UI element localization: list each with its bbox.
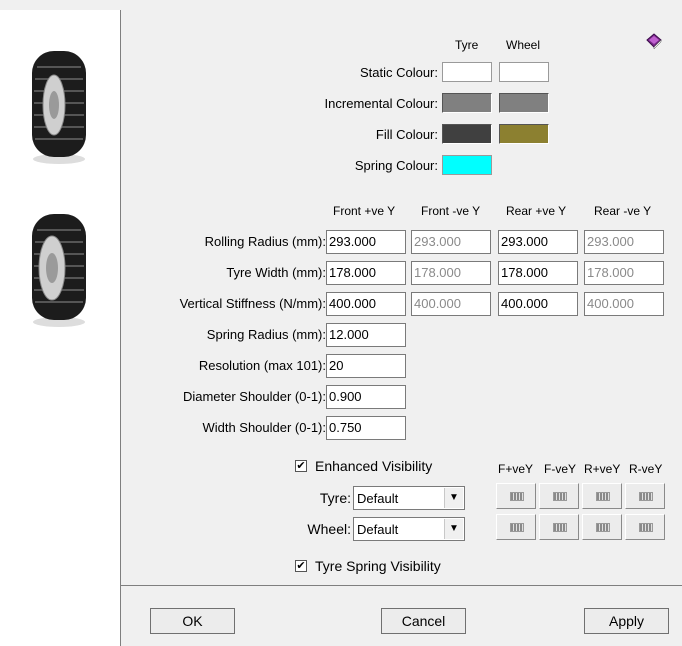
fill-colour-tyre-swatch[interactable] <box>442 124 492 144</box>
fill-colour-wheel-swatch[interactable] <box>499 124 549 144</box>
tyre-column-header: Tyre <box>455 38 479 52</box>
tyre-fneg-vis-button[interactable] <box>539 483 579 509</box>
incremental-colour-label: Incremental Colour: <box>324 96 438 111</box>
spring-radius-input[interactable]: 12.000 <box>326 323 406 347</box>
vis-col-fpos: F+veY <box>498 462 534 476</box>
cancel-button[interactable]: Cancel <box>381 608 466 634</box>
rolling-radius-rear-neg-input: 293.000 <box>584 230 664 254</box>
tyre-width-front-pos-input[interactable]: 178.000 <box>326 261 406 285</box>
rolling-radius-rear-pos-input[interactable]: 293.000 <box>498 230 578 254</box>
grid-icon <box>553 492 567 501</box>
wheel-select[interactable]: Default ▼ <box>353 517 465 541</box>
grid-icon <box>510 492 524 501</box>
tyre-select-label: Tyre: <box>319 490 351 506</box>
wheel-column-header: Wheel <box>506 38 541 52</box>
ok-button[interactable]: OK <box>150 608 235 634</box>
incremental-colour-tyre-swatch[interactable] <box>442 93 492 113</box>
vertical-stiffness-rear-neg-input: 400.000 <box>584 292 664 316</box>
diameter-shoulder-label: Diameter Shoulder (0-1): <box>182 389 326 404</box>
vertical-stiffness-front-pos-input[interactable]: 400.000 <box>326 292 406 316</box>
tyre-select[interactable]: Default ▼ <box>353 486 465 510</box>
tyre-width-rear-neg-input: 178.000 <box>584 261 664 285</box>
tyre-width-label: Tyre Width (mm): <box>226 265 326 280</box>
wheel-select-label: Wheel: <box>307 521 351 537</box>
col-rear-pos-header: Rear +ve Y <box>506 204 567 218</box>
incremental-colour-wheel-swatch[interactable] <box>499 93 549 113</box>
tyre-select-value: Default <box>357 491 399 506</box>
wheel-rneg-vis-button[interactable] <box>625 514 665 540</box>
button-divider <box>121 585 682 586</box>
tyre-rneg-vis-button[interactable] <box>625 483 665 509</box>
static-colour-wheel-swatch[interactable] <box>499 62 549 82</box>
wheel-select-value: Default <box>357 522 399 537</box>
vis-col-fneg: F-veY <box>544 462 577 476</box>
rolling-radius-front-pos-input[interactable]: 293.000 <box>326 230 406 254</box>
apply-button[interactable]: Apply <box>584 608 669 634</box>
wheel-fpos-vis-button[interactable] <box>496 514 536 540</box>
spring-colour-tyre-swatch[interactable] <box>442 155 492 175</box>
apply-button-label: Apply <box>608 613 645 629</box>
tyre-width-rear-pos-input[interactable]: 178.000 <box>498 261 578 285</box>
panel-divider <box>120 10 121 646</box>
enhanced-visibility-checkbox[interactable]: ✔ <box>295 460 307 472</box>
chevron-down-icon[interactable]: ▼ <box>444 488 463 508</box>
static-colour-label: Static Colour: <box>359 65 438 80</box>
help-book-icon[interactable] <box>645 32 663 50</box>
grid-icon <box>553 523 567 532</box>
cancel-button-label: Cancel <box>401 613 446 629</box>
wheel-fneg-vis-button[interactable] <box>539 514 579 540</box>
ok-button-label: OK <box>182 613 203 629</box>
tyre-spring-visibility-checkbox[interactable]: ✔ <box>295 560 307 572</box>
vis-col-rpos: R+veY <box>584 462 621 476</box>
spring-colour-label: Spring Colour: <box>354 158 438 173</box>
spring-radius-label: Spring Radius (mm): <box>206 327 326 342</box>
col-front-pos-header: Front +ve Y <box>333 204 396 218</box>
grid-icon <box>639 523 653 532</box>
vis-col-rneg: R-veY <box>629 462 663 476</box>
rolling-radius-front-neg-input: 293.000 <box>411 230 491 254</box>
grid-icon <box>510 523 524 532</box>
wheel-rpos-vis-button[interactable] <box>582 514 622 540</box>
fill-colour-label: Fill Colour: <box>375 127 438 142</box>
tyre-image-panel <box>0 10 120 646</box>
resolution-label: Resolution (max 101): <box>198 358 326 373</box>
col-rear-neg-header: Rear -ve Y <box>594 204 652 218</box>
static-colour-tyre-swatch[interactable] <box>442 62 492 82</box>
vertical-stiffness-front-neg-input: 400.000 <box>411 292 491 316</box>
width-shoulder-label: Width Shoulder (0-1): <box>202 420 326 435</box>
col-front-neg-header: Front -ve Y <box>421 204 481 218</box>
grid-icon <box>639 492 653 501</box>
rolling-radius-label: Rolling Radius (mm): <box>204 234 326 249</box>
grid-icon <box>596 523 610 532</box>
tyre-spring-visibility-label: Tyre Spring Visibility <box>315 558 441 574</box>
vertical-stiffness-label: Vertical Stiffness (N/mm): <box>179 296 326 311</box>
resolution-input[interactable]: 20 <box>326 354 406 378</box>
tyre-fpos-vis-button[interactable] <box>496 483 536 509</box>
rear-tyre-image <box>32 214 86 327</box>
front-tyre-image <box>32 51 86 164</box>
chevron-down-icon[interactable]: ▼ <box>444 519 463 539</box>
enhanced-visibility-label: Enhanced Visibility <box>315 458 433 474</box>
grid-icon <box>596 492 610 501</box>
tyre-rpos-vis-button[interactable] <box>582 483 622 509</box>
diameter-shoulder-input[interactable]: 0.900 <box>326 385 406 409</box>
vertical-stiffness-rear-pos-input[interactable]: 400.000 <box>498 292 578 316</box>
tyre-width-front-neg-input: 178.000 <box>411 261 491 285</box>
width-shoulder-input[interactable]: 0.750 <box>326 416 406 440</box>
